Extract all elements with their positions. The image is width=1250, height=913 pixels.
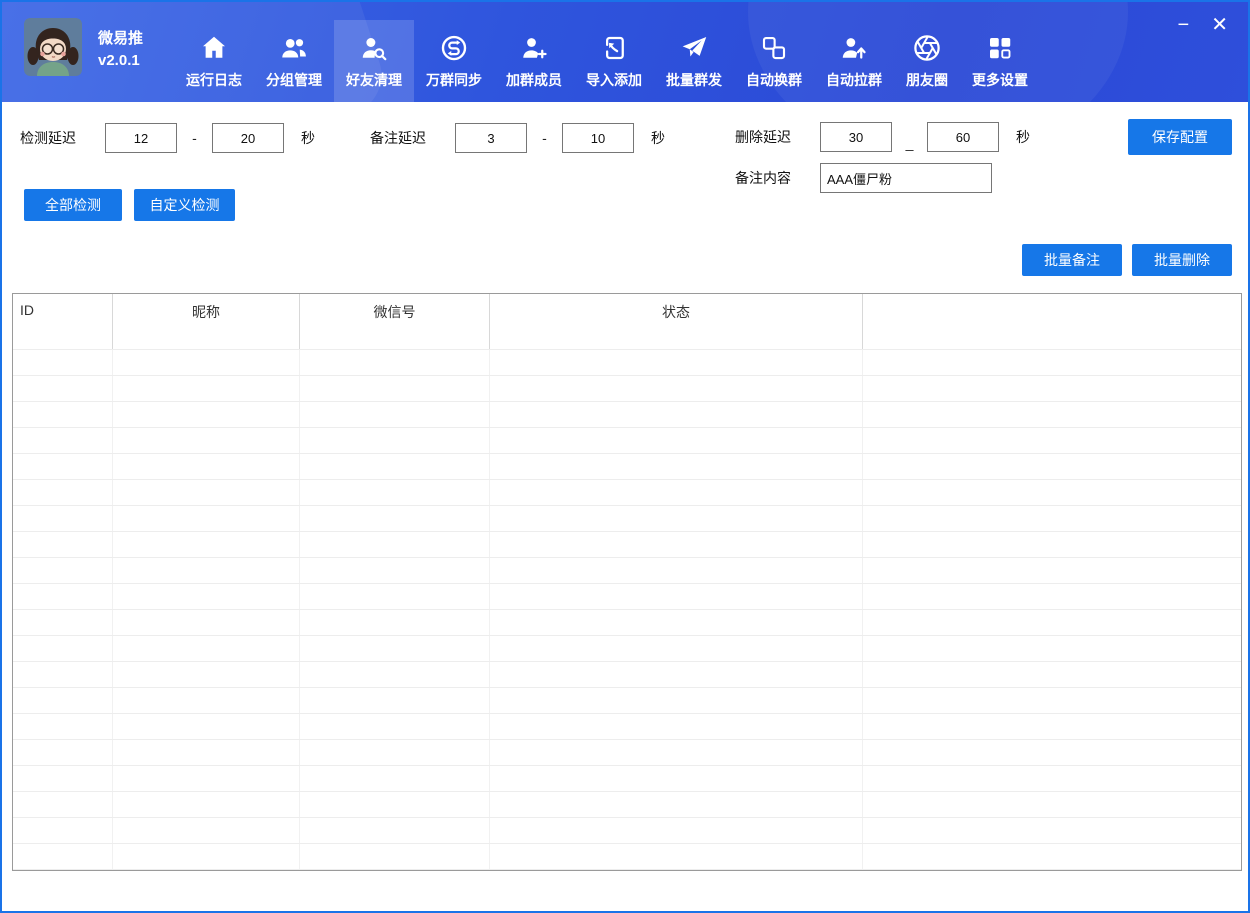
table-row: [13, 558, 1241, 584]
sync-icon: [439, 33, 469, 63]
nav-item-group-sync[interactable]: 万群同步: [414, 20, 494, 102]
detect-delay-min-input[interactable]: [105, 123, 177, 153]
nav-item-run-log[interactable]: 运行日志: [174, 20, 254, 102]
table-row: [13, 584, 1241, 610]
member-add-icon: [519, 33, 549, 63]
nav-item-auto-pull-group[interactable]: 自动拉群: [814, 20, 894, 102]
table-row: [13, 532, 1241, 558]
nav-item-auto-swap-group[interactable]: 自动换群: [734, 20, 814, 102]
column-header-status: 状态: [490, 294, 863, 349]
nav-item-label: 万群同步: [426, 70, 482, 90]
table-row: [13, 636, 1241, 662]
table-row: [13, 376, 1241, 402]
remark-delay-max-input[interactable]: [562, 123, 634, 153]
remark-delay-unit: 秒: [651, 128, 665, 148]
nav-item-label: 更多设置: [972, 70, 1028, 90]
nav-item-moments[interactable]: 朋友圈: [894, 20, 960, 102]
nav-item-batch-send[interactable]: 批量群发: [654, 20, 734, 102]
more-settings-icon: [985, 33, 1015, 63]
detect-delay-group: 检测延迟 - 秒: [20, 123, 315, 153]
range-separator: -: [177, 130, 212, 146]
nav-item-label: 导入添加: [586, 70, 642, 90]
column-header-wechat-id: 微信号: [300, 294, 490, 349]
window-controls: − ✕: [1178, 14, 1228, 36]
range-separator: _: [892, 135, 927, 151]
table-row: [13, 818, 1241, 844]
import-icon: [599, 33, 629, 63]
column-header-extra: [863, 294, 1241, 349]
send-icon: [679, 33, 709, 63]
moments-icon: [912, 33, 942, 63]
nav-item-more-settings[interactable]: 更多设置: [960, 20, 1040, 102]
range-separator: -: [527, 130, 562, 146]
batch-delete-button[interactable]: 批量删除: [1132, 244, 1232, 276]
pull-group-icon: [839, 33, 869, 63]
minimize-button[interactable]: −: [1178, 14, 1190, 36]
nav-item-friend-clean[interactable]: 好友清理: [334, 20, 414, 102]
nav-item-group-manage[interactable]: 分组管理: [254, 20, 334, 102]
table-row: [13, 402, 1241, 428]
remark-delay-group: 备注延迟 - 秒: [370, 123, 665, 153]
main-content: 检测延迟 - 秒 备注延迟 - 秒 删除延迟 _ 秒 备注内容 保存配置 全部检…: [2, 102, 1248, 911]
group-icon: [279, 33, 309, 63]
app-title-block: 微易推 v2.0.1: [98, 28, 143, 72]
table-row: [13, 714, 1241, 740]
nav-item-import-add[interactable]: 导入添加: [574, 20, 654, 102]
remark-content-group: 备注内容: [735, 163, 992, 193]
detect-delay-max-input[interactable]: [212, 123, 284, 153]
app-name: 微易推: [98, 28, 143, 50]
nav-item-label: 好友清理: [346, 70, 402, 90]
table-row: [13, 506, 1241, 532]
nav-item-label: 分组管理: [266, 70, 322, 90]
delete-delay-group: 删除延迟 _ 秒: [735, 122, 1030, 152]
main-nav: 运行日志 分组管理 好友清理: [174, 2, 1040, 102]
table-row: [13, 740, 1241, 766]
avatar-girl-illustration: [24, 18, 82, 76]
delete-delay-max-input[interactable]: [927, 122, 999, 152]
delete-delay-unit: 秒: [1016, 127, 1030, 147]
swap-group-icon: [759, 33, 789, 63]
nav-item-label: 朋友圈: [906, 70, 948, 90]
table-row: [13, 350, 1241, 376]
table-row: [13, 844, 1241, 870]
friend-search-icon: [359, 33, 389, 63]
check-all-button[interactable]: 全部检测: [24, 189, 122, 221]
nav-item-label: 批量群发: [666, 70, 722, 90]
close-button[interactable]: ✕: [1211, 14, 1228, 36]
delete-delay-min-input[interactable]: [820, 122, 892, 152]
table-row: [13, 792, 1241, 818]
nav-item-label: 自动拉群: [826, 70, 882, 90]
avatar: [24, 18, 82, 76]
batch-remark-button[interactable]: 批量备注: [1022, 244, 1122, 276]
remark-delay-min-input[interactable]: [455, 123, 527, 153]
detect-delay-label: 检测延迟: [20, 128, 76, 148]
save-config-button[interactable]: 保存配置: [1128, 119, 1232, 155]
table-row: [13, 428, 1241, 454]
table-header: ID 昵称 微信号 状态: [13, 294, 1241, 350]
home-icon: [199, 33, 229, 63]
column-header-nickname: 昵称: [113, 294, 300, 349]
app-version: v2.0.1: [98, 50, 143, 72]
nav-item-label: 运行日志: [186, 70, 242, 90]
table-row: [13, 454, 1241, 480]
nav-item-group-member[interactable]: 加群成员: [494, 20, 574, 102]
remark-delay-label: 备注延迟: [370, 128, 426, 148]
remark-content-input[interactable]: [820, 163, 992, 193]
table-row: [13, 480, 1241, 506]
nav-item-label: 自动换群: [746, 70, 802, 90]
app-window: { "window": { "minimize_label": "−", "cl…: [0, 0, 1250, 913]
table-row: [13, 662, 1241, 688]
custom-check-button[interactable]: 自定义检测: [134, 189, 235, 221]
app-header: 微易推 v2.0.1 运行日志 分组管理: [2, 2, 1248, 102]
detect-delay-unit: 秒: [301, 128, 315, 148]
table-body: [13, 350, 1241, 870]
table-row: [13, 766, 1241, 792]
friends-table: ID 昵称 微信号 状态: [12, 293, 1242, 871]
table-row: [13, 688, 1241, 714]
nav-item-label: 加群成员: [506, 70, 562, 90]
delete-delay-label: 删除延迟: [735, 127, 791, 147]
table-row: [13, 610, 1241, 636]
remark-content-label: 备注内容: [735, 168, 791, 188]
column-header-id: ID: [13, 294, 113, 349]
